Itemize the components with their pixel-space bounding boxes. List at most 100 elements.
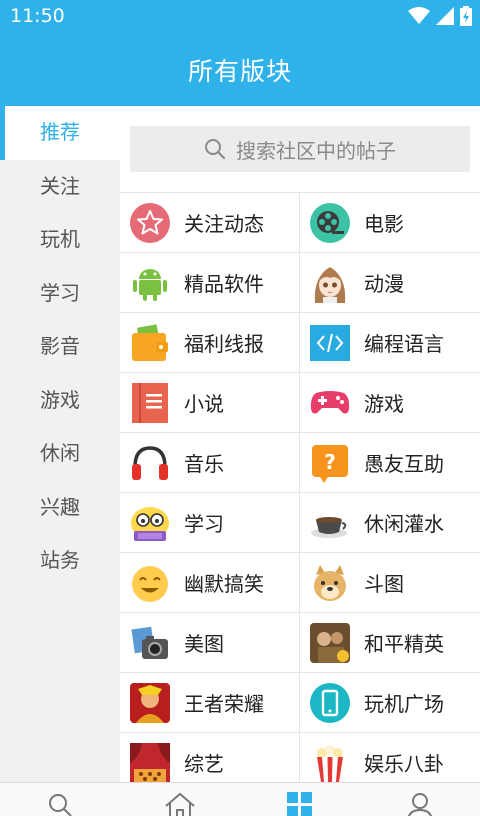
board-item[interactable]: 动漫 [300, 253, 480, 312]
board-label: 愚友互助 [364, 452, 444, 476]
board-row: 综艺 娱乐八卦 [120, 732, 480, 782]
wallet-icon [130, 323, 170, 363]
nav-tab-home[interactable] [120, 783, 240, 816]
board-label: 编程语言 [364, 332, 444, 356]
board-label: 动漫 [364, 272, 404, 296]
android-icon [130, 263, 170, 303]
question-icon: ? [310, 443, 350, 483]
coffee-cup-icon [310, 503, 350, 543]
anime-girl-icon [310, 263, 350, 303]
book-icon [130, 382, 170, 423]
doge-icon [310, 563, 350, 603]
photo-camera-icon [130, 623, 170, 663]
search-box[interactable]: 搜索社区中的帖子 [130, 126, 470, 172]
sidebar-item[interactable]: 推荐 [0, 106, 120, 160]
board-label: 电影 [364, 212, 404, 236]
bottom-nav [0, 782, 480, 816]
signal-icon [436, 7, 454, 25]
category-sidebar: 推荐 关注 玩机 学习 影音 游戏 休闲 兴趣 站务 [0, 106, 120, 782]
star-badge-icon [130, 202, 170, 243]
board-row: 精品软件 动漫 [120, 252, 480, 312]
board-label: 休闲灌水 [364, 512, 444, 536]
status-bar: 11:50 [0, 0, 480, 34]
page-title: 所有版块 [187, 57, 292, 86]
board-label: 和平精英 [364, 632, 444, 656]
search-placeholder: 搜索社区中的帖子 [236, 138, 396, 163]
board-item[interactable]: 小说 [120, 373, 300, 432]
board-item[interactable]: 综艺 [120, 733, 300, 782]
sidebar-item[interactable]: 学习 [0, 267, 120, 321]
board-item[interactable]: 美图 [120, 613, 300, 672]
board-label: 关注动态 [184, 212, 264, 236]
board-label: 娱乐八卦 [364, 752, 444, 776]
nav-tab-search[interactable] [0, 783, 120, 816]
honor-of-kings-icon [130, 682, 170, 723]
board-label: 玩机广场 [364, 692, 444, 716]
board-label: 学习 [184, 512, 224, 536]
sidebar-item[interactable]: 影音 [0, 320, 120, 374]
board-label: 王者荣耀 [184, 692, 264, 716]
home-icon [164, 792, 196, 816]
board-item[interactable]: ? 愚友互助 [300, 433, 480, 492]
board-item[interactable]: 玩机广场 [300, 673, 480, 732]
board-label: 精品软件 [184, 272, 264, 296]
laughing-emoji-icon [130, 563, 170, 603]
theater-icon [130, 742, 170, 782]
board-row: 美图 和平精英 [120, 612, 480, 672]
board-row: 小说 游戏 [120, 372, 480, 432]
board-row: 王者荣耀 玩机广场 [120, 672, 480, 732]
phone-icon [310, 682, 350, 723]
board-item[interactable]: 休闲灌水 [300, 493, 480, 552]
sidebar-item[interactable]: 兴趣 [0, 481, 120, 535]
nav-tab-user[interactable] [360, 783, 480, 816]
board-item[interactable]: 关注动态 [120, 193, 300, 252]
board-label: 游戏 [364, 392, 404, 416]
gamepad-icon [310, 383, 350, 423]
board-grid: 关注动态 电影 精品软件 动漫 福利线报 编程语言 小说 游戏 音乐? 愚友互助 学习 休闲灌水 幽默搞… [120, 192, 480, 782]
board-item[interactable]: 斗图 [300, 553, 480, 612]
board-label: 小说 [184, 392, 224, 416]
sidebar-item[interactable]: 玩机 [0, 213, 120, 267]
board-row: 幽默搞笑 斗图 [120, 552, 480, 612]
board-label: 美图 [184, 632, 224, 656]
sidebar-item[interactable]: 游戏 [0, 374, 120, 428]
headphones-icon [130, 443, 170, 483]
board-item[interactable]: 编程语言 [300, 313, 480, 372]
board-item[interactable]: 王者荣耀 [120, 673, 300, 732]
grid-icon [287, 792, 313, 816]
pubg-game-icon [310, 622, 350, 663]
board-label: 音乐 [184, 452, 224, 476]
board-item[interactable]: 和平精英 [300, 613, 480, 672]
board-row: 学习 休闲灌水 [120, 492, 480, 552]
board-list-panel: 搜索社区中的帖子 关注动态 电影 精品软件 动漫 福利线报 编程语言 小说 游戏 音乐? 愚友互助… [120, 106, 480, 782]
status-time: 11:50 [10, 5, 65, 27]
board-label: 斗图 [364, 572, 404, 596]
code-icon [310, 323, 350, 363]
wifi-icon [408, 7, 430, 24]
film-reel-icon [310, 202, 350, 243]
board-item[interactable]: 精品软件 [120, 253, 300, 312]
board-row: 关注动态 电影 [120, 192, 480, 252]
board-item[interactable]: 福利线报 [120, 313, 300, 372]
board-label: 福利线报 [184, 332, 264, 356]
svg-text:?: ? [324, 450, 336, 474]
board-item[interactable]: 音乐 [120, 433, 300, 492]
search-icon [205, 139, 226, 160]
board-row: 音乐? 愚友互助 [120, 432, 480, 492]
sidebar-item[interactable]: 站务 [0, 534, 120, 588]
sidebar-item[interactable]: 休闲 [0, 427, 120, 481]
board-item[interactable]: 游戏 [300, 373, 480, 432]
board-item[interactable]: 娱乐八卦 [300, 733, 480, 782]
search-icon [47, 792, 73, 816]
nav-tab-grid[interactable] [240, 783, 360, 816]
user-icon [407, 792, 433, 816]
board-label: 综艺 [184, 752, 224, 776]
board-row: 福利线报 编程语言 [120, 312, 480, 372]
sidebar-item[interactable]: 关注 [0, 160, 120, 214]
board-item[interactable]: 幽默搞笑 [120, 553, 300, 612]
board-item[interactable]: 电影 [300, 193, 480, 252]
board-item[interactable]: 学习 [120, 493, 300, 552]
battery-icon [460, 6, 472, 26]
nerd-emoji-icon [130, 503, 170, 543]
board-label: 幽默搞笑 [184, 572, 264, 596]
